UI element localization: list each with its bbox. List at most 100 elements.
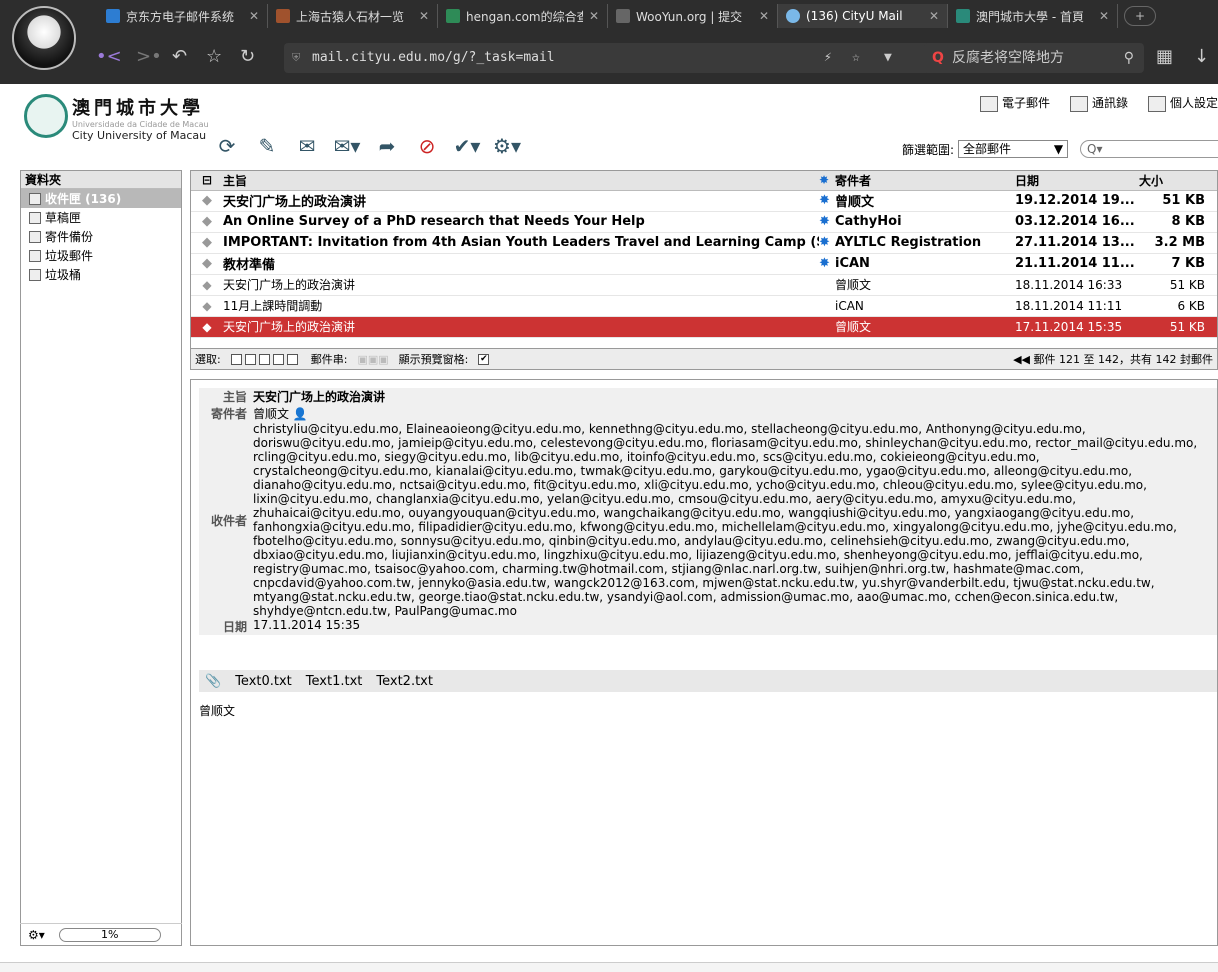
row-flag-icon[interactable]: ✸ [819, 211, 835, 233]
row-date: 19.12.2014 19... [1015, 190, 1139, 212]
mail-search-input[interactable]: Q▾ [1080, 140, 1218, 158]
column-date[interactable]: 日期 [1015, 171, 1139, 191]
address-bar[interactable]: ⛨ mail.cityu.edu.mo/g/?_task=mail ⚡ ☆ ▼ [284, 43, 998, 73]
table-row[interactable]: ◆ 天安门广场上的政治演讲 曾顺文 18.11.2014 16:33 51 KB [191, 274, 1217, 296]
dropdown-icon[interactable]: ▼ [884, 43, 892, 73]
attachment-item[interactable]: Text0.txt [235, 674, 292, 689]
download-icon[interactable]: ↓ [1194, 46, 1209, 67]
row-flag-icon[interactable] [819, 295, 835, 317]
reload-icon[interactable]: ↻ [240, 46, 255, 67]
thread-icons[interactable]: ▣▣▣ [357, 353, 388, 366]
new-tab-button[interactable]: + [1124, 6, 1156, 26]
undo-icon[interactable]: ↶ [172, 46, 187, 67]
browser-tab[interactable]: 京东方电子邮件系统 ✕ [98, 4, 268, 28]
browser-avatar[interactable] [12, 6, 76, 70]
attachment-item[interactable]: Text1.txt [306, 674, 363, 689]
select-unread-icon[interactable] [258, 354, 270, 365]
mail-toolbar: ⟳ ✎ ✉ ✉▾ ➦ ⊘ ✔▾ ⚙▾ [212, 132, 522, 160]
apps-icon[interactable]: ▦ [1156, 46, 1173, 67]
column-size[interactable]: 大小 [1139, 171, 1217, 191]
search-icon[interactable]: ⚲ [1124, 43, 1134, 73]
preview-label: 顯示預覽窗格: [398, 353, 469, 366]
logo-chinese: 澳門城市大學 [72, 98, 204, 119]
tab-favicon-icon [956, 9, 970, 23]
folder-drafts[interactable]: 草稿匣 [21, 208, 181, 227]
nav-settings[interactable]: 個人設定 [1147, 94, 1218, 112]
folder-inbox[interactable]: 收件匣 (136) [21, 189, 181, 208]
browser-tab[interactable]: WooYun.org | 提交 ✕ [608, 4, 778, 28]
table-row[interactable]: ◆ 教材準備 ✸ iCAN 21.11.2014 11... 7 KB [191, 253, 1217, 275]
close-icon[interactable]: ✕ [929, 9, 939, 23]
reply-button[interactable]: ✉ [292, 132, 322, 160]
mark-button[interactable]: ✔▾ [452, 132, 482, 160]
browser-tab[interactable]: 上海古猿人石材一览 ✕ [268, 4, 438, 28]
select-none-icon[interactable] [286, 354, 298, 365]
nav-addressbook[interactable]: 通訊錄 [1069, 94, 1128, 112]
forward-icon[interactable]: >• [136, 46, 162, 67]
close-icon[interactable]: ✕ [759, 9, 769, 23]
lightning-icon[interactable]: ⚡ [824, 43, 832, 73]
row-status-icon[interactable]: ◆ [191, 274, 223, 296]
row-flag-icon[interactable]: ✸ [819, 232, 835, 254]
row-status-icon[interactable]: ◆ [191, 232, 223, 254]
row-flag-icon[interactable]: ✸ [819, 190, 835, 212]
row-flag-icon[interactable]: ✸ [819, 253, 835, 275]
delete-button[interactable]: ⊘ [412, 132, 442, 160]
from-value[interactable]: 曾顺文 👤 [253, 405, 1217, 422]
tab-title: 上海古猿人石材一览 [296, 9, 405, 24]
attachment-item[interactable]: Text2.txt [376, 674, 433, 689]
select-page-icon[interactable] [244, 354, 256, 365]
column-options-icon[interactable]: ⊟ [191, 171, 223, 191]
close-icon[interactable]: ✕ [249, 9, 259, 23]
select-all-icon[interactable] [230, 354, 242, 365]
column-subject[interactable]: 主旨 [223, 171, 819, 191]
folder-junk[interactable]: 垃圾郵件 [21, 246, 181, 265]
filter-select[interactable]: 全部郵件 ▼ [958, 140, 1069, 158]
back-icon[interactable]: •< [96, 46, 122, 67]
table-row[interactable]: ◆ 天安门广场上的政治演讲 ✸ 曾顺文 19.12.2014 19... 51 KB [191, 190, 1217, 212]
folder-actions-gear-icon[interactable]: ⚙▾ [28, 928, 45, 942]
search-text: 反腐老将空降地方 [952, 50, 1064, 66]
row-status-icon[interactable]: ◆ [191, 253, 223, 275]
more-actions-button[interactable]: ⚙▾ [492, 132, 522, 160]
browser-tab-active[interactable]: (136) CityU Mail ✕ [778, 4, 948, 28]
browser-tab[interactable]: 澳門城市大學 - 首頁 ✕ [948, 4, 1118, 28]
browser-search-box[interactable]: Q 反腐老将空降地方 ⚲ [924, 43, 1144, 73]
row-from: 曾顺文 [835, 316, 1015, 338]
row-from: CathyHoi [835, 211, 1015, 233]
seal-icon [24, 94, 68, 138]
close-icon[interactable]: ✕ [419, 9, 429, 23]
bookmark-star-icon[interactable]: ☆ [852, 43, 860, 73]
select-invert-icon[interactable] [272, 354, 284, 365]
reply-all-button[interactable]: ✉▾ [332, 132, 362, 160]
check-mail-button[interactable]: ⟳ [212, 132, 242, 160]
table-row[interactable]: ◆ An Online Survey of a PhD research that… [191, 211, 1217, 233]
thread-label: 郵件串: [310, 353, 348, 366]
quota-bar: 1% [58, 927, 161, 942]
preview-pane: 主旨 天安门广场上的政治演讲 寄件者 曾顺文 👤 收件者 christyliu@cit… [190, 379, 1218, 946]
row-flag-icon[interactable] [819, 274, 835, 296]
folder-trash[interactable]: 垃圾桶 [21, 265, 181, 284]
nav-mail[interactable]: 電子郵件 [979, 94, 1050, 112]
folder-sent[interactable]: 寄件備份 [21, 227, 181, 246]
row-flag-icon[interactable] [819, 316, 835, 338]
row-status-icon[interactable]: ◆ [191, 211, 223, 233]
close-icon[interactable]: ✕ [589, 9, 599, 23]
compose-button[interactable]: ✎ [252, 132, 282, 160]
row-status-icon[interactable]: ◆ [191, 316, 223, 338]
tab-strip: 京东方电子邮件系统 ✕ 上海古猿人石材一览 ✕ hengan.com的综合查询 ✕ W… [98, 4, 1118, 30]
select-buttons[interactable] [230, 353, 301, 366]
table-row[interactable]: ◆ 11月上課時間調動 iCAN 18.11.2014 11:11 6 KB [191, 295, 1217, 317]
column-from[interactable]: 寄件者 [835, 171, 1015, 191]
browser-tab[interactable]: hengan.com的综合查询 ✕ [438, 4, 608, 28]
preview-checkbox[interactable]: ✔ [478, 353, 490, 365]
close-icon[interactable]: ✕ [1099, 9, 1109, 23]
date-row: 日期 17.11.2014 15:35 [199, 618, 1217, 635]
table-row[interactable]: ◆ IMPORTANT: Invitation from 4th Asian Yo… [191, 232, 1217, 254]
table-row[interactable]: ◆ 天安门广场上的政治演讲 曾顺文 17.11.2014 15:35 51 KB [191, 316, 1217, 338]
forward-button[interactable]: ➦ [372, 132, 402, 160]
row-from: 曾顺文 [835, 274, 1015, 296]
row-status-icon[interactable]: ◆ [191, 190, 223, 212]
star-icon[interactable]: ☆ [206, 46, 222, 67]
row-status-icon[interactable]: ◆ [191, 295, 223, 317]
